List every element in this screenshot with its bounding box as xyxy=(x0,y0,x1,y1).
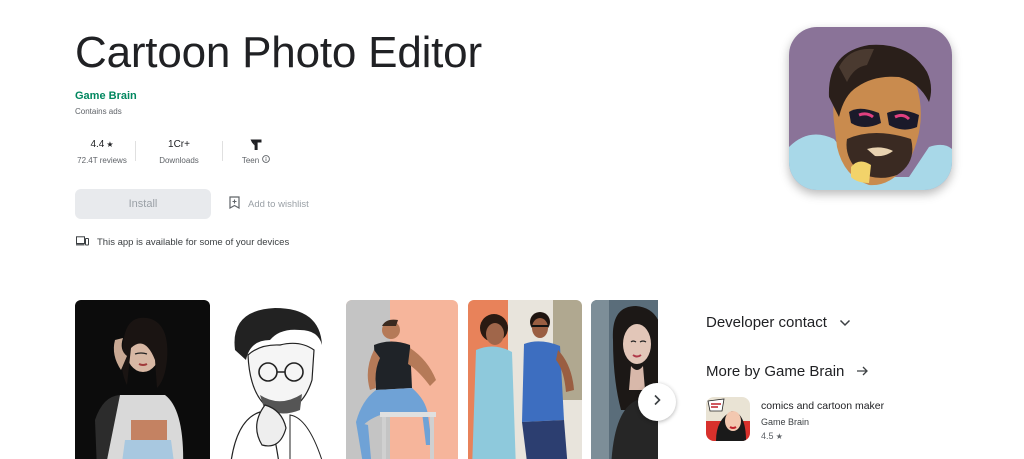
app-icon xyxy=(789,27,952,190)
chevron-right-icon xyxy=(651,393,663,411)
screenshot-3[interactable] xyxy=(346,300,458,459)
star-icon: ★ xyxy=(773,432,783,441)
more-app-icon xyxy=(706,397,750,441)
content-rating-label: Teen xyxy=(241,155,260,165)
teen-rating-icon xyxy=(250,137,262,151)
carousel-next-button[interactable] xyxy=(638,383,676,421)
screenshot-4[interactable] xyxy=(468,300,582,459)
developer-link[interactable]: Game Brain xyxy=(75,90,137,102)
devices-icon xyxy=(76,236,89,249)
screenshot-1[interactable] xyxy=(75,300,210,459)
more-app-item[interactable]: comics and cartoon maker Game Brain 4.5 … xyxy=(706,397,884,441)
screenshot-carousel[interactable] xyxy=(75,300,658,459)
more-by-developer-link[interactable]: More by Game Brain xyxy=(706,363,869,380)
developer-contact-toggle[interactable]: Developer contact xyxy=(706,314,851,331)
content-rating-stat: Teen xyxy=(229,135,283,167)
app-title: Cartoon Photo Editor xyxy=(75,28,482,77)
stat-divider xyxy=(135,141,136,161)
star-icon: ★ xyxy=(106,140,114,149)
screenshot-2[interactable] xyxy=(220,300,336,459)
more-by-label: More by Game Brain xyxy=(706,363,845,380)
bookmark-add-icon xyxy=(229,196,240,212)
app-stats: 4.4 ★ 72.4T reviews 1Cr+ Downloads Teen xyxy=(75,135,283,167)
downloads-label: Downloads xyxy=(159,155,199,165)
install-button[interactable]: Install xyxy=(75,189,211,219)
screenshot-5[interactable] xyxy=(591,300,658,459)
arrow-right-icon xyxy=(856,363,869,380)
downloads-stat: 1Cr+ Downloads xyxy=(142,135,216,167)
reviews-count: 72.4T reviews xyxy=(77,155,127,165)
device-availability: This app is available for some of your d… xyxy=(76,236,289,249)
wishlist-label: Add to wishlist xyxy=(248,198,309,210)
expand-more-icon xyxy=(839,314,851,331)
rating-value: 4.4 xyxy=(90,139,105,150)
rating-stat[interactable]: 4.4 ★ 72.4T reviews xyxy=(75,135,129,167)
info-icon[interactable] xyxy=(262,155,271,165)
add-to-wishlist-button[interactable]: Add to wishlist xyxy=(229,196,309,212)
more-app-rating: 4.5 ★ xyxy=(761,431,783,441)
developer-contact-label: Developer contact xyxy=(706,314,827,331)
stat-divider xyxy=(222,141,223,161)
more-app-title: comics and cartoon maker xyxy=(761,400,885,412)
availability-text: This app is available for some of your d… xyxy=(97,237,290,248)
more-app-developer: Game Brain xyxy=(761,417,810,427)
downloads-value: 1Cr+ xyxy=(168,139,190,150)
ads-notice: Contains ads xyxy=(75,107,122,116)
